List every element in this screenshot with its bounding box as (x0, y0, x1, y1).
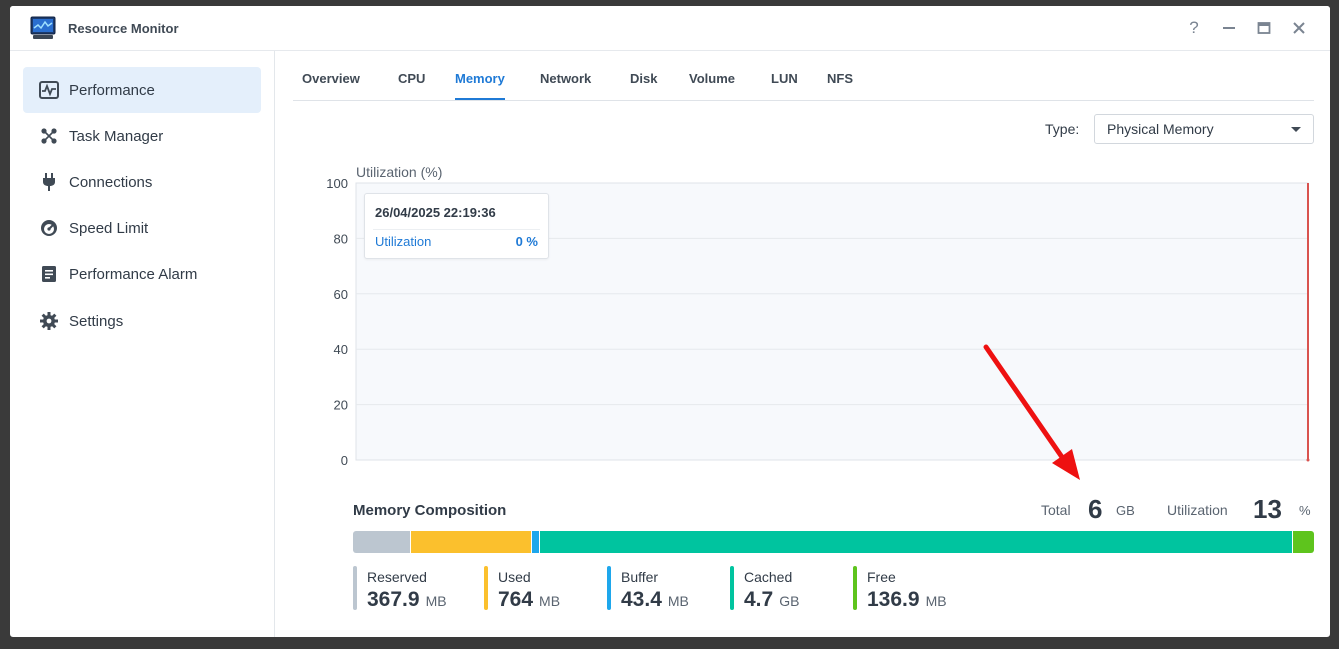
y-tick-label: 40 (334, 342, 348, 357)
tooltip-series-value: 0 % (515, 234, 538, 249)
memory-composition-title: Memory Composition (353, 502, 507, 519)
sidebar-item-label: Settings (69, 312, 124, 330)
series-point (1306, 458, 1310, 462)
close-button[interactable] (1288, 17, 1310, 39)
legend-name: Used (498, 569, 531, 585)
tooltip-timestamp: 26/04/2025 22:19:36 (375, 205, 496, 220)
close-icon (1293, 22, 1305, 34)
legend-value: 4.7 GB (744, 588, 800, 611)
tab-bar: Overview CPU Memory Network Disk Volume … (293, 66, 1314, 101)
sidebar-item-label: Connections (69, 173, 153, 191)
legend-value: 43.4 MB (621, 588, 689, 611)
y-tick-label: 60 (334, 287, 348, 302)
legend-buffer: Buffer 43.4 MB (607, 566, 727, 612)
legend-name: Cached (744, 569, 793, 585)
tab-memory[interactable]: Memory (455, 71, 505, 100)
total-label: Total (1041, 502, 1071, 518)
gear-icon (39, 311, 59, 331)
sidebar-item-label: Performance (69, 81, 155, 99)
sidebar-item-speed-limit[interactable]: Speed Limit (23, 205, 261, 251)
total-value: 6 (1088, 494, 1103, 524)
tab-overview[interactable]: Overview (302, 71, 360, 99)
sidebar: Performance Task Manager Connections Spe… (10, 51, 275, 637)
type-dropdown-value: Physical Memory (1107, 121, 1214, 137)
composition-segment-cached (538, 531, 1292, 553)
sidebar-item-task-manager[interactable]: Task Manager (23, 113, 261, 159)
tab-lun[interactable]: LUN (771, 71, 798, 99)
legend-name: Free (867, 569, 896, 585)
legend-value: 764 MB (498, 588, 561, 611)
tab-cpu[interactable]: CPU (398, 71, 425, 99)
tooltip-series-label: Utilization (375, 234, 432, 249)
sidebar-item-performance-alarm[interactable]: Performance Alarm (23, 251, 261, 297)
y-tick-label: 20 (334, 398, 348, 413)
total-unit: GB (1116, 503, 1135, 518)
utilization-value: 13 (1253, 494, 1282, 524)
minimize-button[interactable] (1218, 17, 1240, 39)
composition-segment-used (410, 531, 531, 553)
sidebar-item-performance[interactable]: Performance (23, 67, 261, 113)
legend-used: Used 764 MB (484, 566, 604, 612)
legend-value: 367.9 MB (367, 588, 447, 611)
composition-segment-buffer (530, 531, 539, 553)
legend-cached: Cached 4.7 GB (730, 566, 850, 612)
legend-name: Buffer (621, 569, 659, 585)
tab-volume[interactable]: Volume (689, 71, 735, 99)
type-label: Type: (1045, 121, 1080, 137)
legend-swatch (607, 566, 611, 610)
window-title: Resource Monitor (68, 21, 179, 36)
task-manager-icon (39, 126, 59, 146)
help-button[interactable]: ? (1183, 17, 1205, 39)
tab-nfs[interactable]: NFS (827, 71, 853, 99)
type-dropdown[interactable]: Physical Memory (1094, 114, 1314, 144)
sidebar-item-label: Speed Limit (69, 219, 149, 237)
plug-icon (39, 172, 59, 192)
y-tick-label: 80 (334, 231, 348, 246)
y-tick-label: 100 (326, 176, 348, 191)
sidebar-item-label: Performance Alarm (69, 265, 198, 283)
sidebar-item-settings[interactable]: Settings (23, 298, 261, 344)
legend-free: Free 136.9 MB (853, 566, 983, 612)
resource-monitor-app-icon (30, 16, 56, 40)
speedometer-icon (39, 218, 59, 238)
composition-segment-reserved (353, 531, 411, 553)
title-bar: Resource Monitor ? (10, 6, 1330, 51)
chart-tooltip: 26/04/2025 22:19:36 Utilization 0 % (364, 193, 549, 259)
legend-reserved: Reserved 367.9 MB (353, 566, 473, 612)
legend-value: 136.9 MB (867, 588, 947, 611)
memory-composition-bar (353, 531, 1314, 553)
legend-swatch (484, 566, 488, 610)
tab-network[interactable]: Network (540, 71, 591, 99)
maximize-button[interactable] (1253, 17, 1275, 39)
tooltip-divider (373, 229, 540, 230)
alarm-clipboard-icon (39, 264, 59, 284)
sidebar-item-label: Task Manager (69, 127, 164, 145)
legend-name: Reserved (367, 569, 427, 585)
composition-segment-free (1291, 531, 1314, 553)
maximize-icon (1257, 22, 1271, 34)
utilization-label: Utilization (1167, 502, 1228, 518)
legend-swatch (853, 566, 857, 610)
chevron-down-icon (1291, 127, 1301, 132)
help-icon: ? (1189, 18, 1199, 37)
y-tick-label: 0 (341, 453, 348, 468)
minimize-icon (1223, 27, 1235, 29)
resource-monitor-window: Resource Monitor ? Performance Task Mana… (10, 6, 1330, 637)
performance-icon (39, 80, 59, 100)
legend-swatch (353, 566, 357, 610)
tab-disk[interactable]: Disk (630, 71, 657, 99)
sidebar-item-connections[interactable]: Connections (23, 159, 261, 205)
utilization-unit: % (1299, 503, 1311, 518)
legend-swatch (730, 566, 734, 610)
